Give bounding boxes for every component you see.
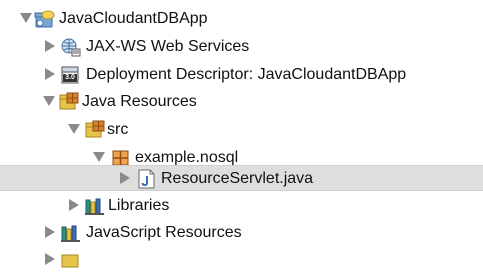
folder-icon <box>60 250 80 270</box>
twisty-expanded-icon[interactable] <box>67 122 81 136</box>
web-services-icon <box>60 37 81 57</box>
tree-item-resource-servlet-java[interactable]: ResourceServlet.java <box>0 165 483 191</box>
twisty-expanded-icon[interactable] <box>19 11 33 25</box>
tree-item-deployment-descriptor[interactable]: 3.0 Deployment Descriptor: JavaCloudantD… <box>0 62 483 88</box>
tree-item-label: JavaCloudantDBApp <box>59 10 208 27</box>
version-badge: 3.0 <box>65 74 75 81</box>
twisty-collapsed-icon[interactable] <box>67 198 81 212</box>
twisty-collapsed-icon[interactable] <box>43 225 57 239</box>
libraries-icon <box>84 196 104 216</box>
tree-item-label: JavaScript Resources <box>86 224 242 241</box>
tree-item-label: JAX-WS Web Services <box>86 38 250 55</box>
twisty-expanded-icon[interactable] <box>92 150 106 164</box>
twisty-collapsed-icon[interactable] <box>43 67 57 81</box>
twisty-expanded-icon[interactable] <box>42 94 56 108</box>
tree-item-label: ResourceServlet.java <box>161 170 314 187</box>
deployment-descriptor-icon: 3.0 <box>60 65 80 85</box>
tree-item-jaxws-web-services[interactable]: JAX-WS Web Services <box>0 34 483 60</box>
source-folder-icon <box>84 120 105 140</box>
tree-item-java-resources[interactable]: Java Resources <box>0 89 483 115</box>
tree-item-label: Deployment Descriptor: JavaCloudantDBApp <box>86 66 407 83</box>
java-resources-icon <box>58 92 79 112</box>
java-file-icon <box>136 169 156 189</box>
tree-item-libraries[interactable]: Libraries <box>0 193 483 219</box>
project-icon <box>33 9 55 29</box>
tree-item-javascript-resources[interactable]: JavaScript Resources <box>0 220 483 246</box>
tree-item-src[interactable]: src <box>0 117 483 143</box>
twisty-collapsed-icon[interactable] <box>43 39 57 53</box>
twisty-collapsed-icon[interactable] <box>118 171 132 185</box>
tree-item-truncated[interactable] <box>0 247 483 273</box>
tree-item-project[interactable]: JavaCloudantDBApp <box>0 6 483 32</box>
javascript-resources-icon <box>60 223 80 243</box>
tree-item-label: src <box>107 121 129 138</box>
tree-item-label: Libraries <box>108 197 170 214</box>
twisty-collapsed-icon[interactable] <box>43 252 57 266</box>
tree-item-label: Java Resources <box>82 93 197 110</box>
